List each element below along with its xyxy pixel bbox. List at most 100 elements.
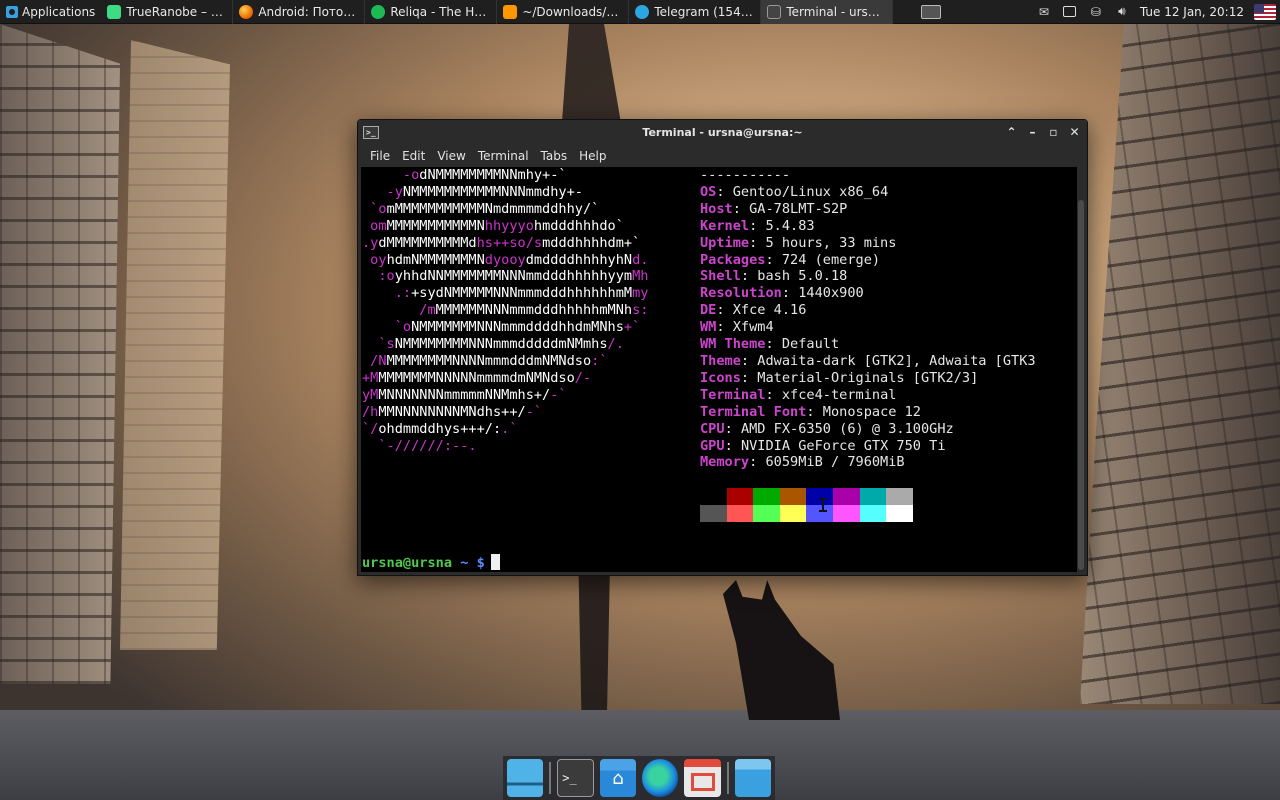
flag-icon[interactable]: [1254, 3, 1276, 20]
logo-line: `omMMMMMMMMMMMNmdmmmmddhhy/`: [362, 201, 648, 218]
info-row: Shell: bash 5.0.18: [700, 268, 848, 285]
info-row: Resolution: 1440x900: [700, 285, 864, 302]
info-key: GPU: [700, 437, 725, 454]
window-titlebar[interactable]: >_ Terminal - ursna@ursna:~ ⌃ – ▫ ✕: [358, 120, 1087, 145]
roll-up-button[interactable]: ⌃: [1005, 125, 1018, 139]
logo-segment: /.: [607, 336, 624, 353]
logo-line: :oyhhdNNMMMMMMMNNNmmdddhhhhhyymMh: [362, 268, 648, 285]
logo-line: /mMMMMMMNNNmmmdddhhhhhmMNhs:: [362, 302, 648, 319]
info-value: AMD FX-6350 (6) @ 3.100GHz: [740, 420, 954, 437]
edge-browser-icon[interactable]: [642, 759, 679, 797]
logo-line: `oNMMMMMMMNNNmmmddddhhdmMNhs+`: [362, 319, 648, 336]
info-key: Icons: [700, 369, 741, 386]
info-value: bash 5.0.18: [757, 268, 848, 285]
logo-line: -odNMMMMMMMMNNmhy+-`: [362, 167, 648, 184]
home-folder-icon[interactable]: [599, 759, 637, 797]
taskbar-button[interactable]: TrueRanobe – Ra...: [101, 0, 234, 24]
color-swatch: [832, 488, 860, 505]
menu-tabs[interactable]: Tabs: [535, 149, 574, 163]
color-swatch: [700, 488, 727, 505]
info-key: Terminal Font: [700, 403, 807, 420]
logo-segment: mdddhhhhdm+`: [542, 234, 641, 251]
wallpaper-building-left: [0, 24, 120, 684]
wallpaper-cat: [723, 580, 840, 720]
logo-segment: oy: [362, 251, 387, 268]
info-row: Terminal: xfce4-terminal: [700, 386, 897, 403]
menu-terminal[interactable]: Terminal: [472, 149, 535, 163]
logo-segment: ohdmmddhys+++/:: [378, 420, 502, 437]
taskbar-button[interactable]: ~/Downloads/Tele...: [497, 0, 630, 24]
taskbar-button[interactable]: Telegram (1541320): [629, 0, 762, 24]
menu-view[interactable]: View: [431, 149, 471, 163]
menu-edit[interactable]: Edit: [396, 149, 431, 163]
scrollbar[interactable]: [1078, 200, 1084, 570]
info-key: DE: [700, 302, 717, 319]
files-icon[interactable]: [734, 759, 771, 797]
logo-segment: :`: [591, 352, 608, 369]
screen-icon[interactable]: [1062, 5, 1078, 19]
color-swatch: [779, 505, 807, 522]
color-swatch: [779, 488, 807, 505]
volume-icon[interactable]: 🔊︎: [1114, 4, 1130, 19]
color-swatch: [726, 488, 754, 505]
minimize-button[interactable]: –: [1026, 125, 1039, 139]
app-launcher-icon[interactable]: [684, 759, 721, 797]
network-icon[interactable]: ⛁: [1088, 5, 1104, 19]
terminal-icon[interactable]: >_: [557, 759, 594, 797]
prompt-path: ~ $: [460, 555, 485, 571]
workspace-switcher[interactable]: [921, 4, 942, 19]
info-value: Monospace 12: [822, 403, 921, 420]
info-key: Resolution: [700, 285, 782, 302]
info-row: Host: GA-78LMT-S2P: [700, 200, 848, 217]
info-row: Packages: 724 (emerge): [700, 251, 881, 268]
firefox-icon: [239, 4, 254, 19]
logo-segment: `o: [362, 200, 387, 217]
color-swatch: [832, 505, 860, 522]
show-desktop-icon[interactable]: [507, 759, 544, 797]
logo-segment: `o: [362, 319, 412, 336]
terminal-output[interactable]: -odNMMMMMMMMNNmhy+-` -yNMMMMMMMMMMMNNNmm…: [361, 167, 1077, 572]
info-key: Theme: [700, 352, 741, 369]
menu-file[interactable]: File: [364, 149, 396, 163]
logo-segment: hmdddhhhdo`: [533, 217, 624, 234]
menu-help[interactable]: Help: [573, 149, 612, 163]
logo-line: oyhdmNMMMMMMMNdyooydmddddhhhhyhNd.: [362, 252, 648, 269]
maximize-button[interactable]: ▫: [1047, 125, 1060, 139]
color-swatch: [886, 505, 913, 522]
info-row: DE: Xfce 4.16: [700, 302, 807, 319]
taskbar-button-label: Terminal - ursna...: [786, 4, 887, 19]
info-value: Default: [781, 336, 840, 353]
logo-segment: MNNNNNNNmmmmmNNMmhs+/: [378, 386, 551, 403]
logo-segment: NMMMMMMMMMMMNNNmmdhy+-: [402, 183, 583, 200]
xfce-menu-icon: [6, 5, 18, 18]
info-row: Terminal Font: Monospace 12: [700, 403, 921, 420]
system-tray: ✉ ⛁ 🔊︎ Tue 12 Jan, 20:12: [1036, 0, 1280, 24]
logo-segment: -o: [362, 167, 420, 183]
applications-menu-button[interactable]: Applications: [0, 0, 101, 24]
menubar: File Edit View Terminal Tabs Help: [358, 145, 1087, 167]
clock[interactable]: Tue 12 Jan, 20:12: [1140, 5, 1244, 19]
taskbar-button[interactable]: Android: Потоки ...: [233, 0, 366, 24]
logo-segment: hhyyyo: [484, 217, 534, 234]
info-key: Terminal: [700, 386, 766, 403]
window-title: Terminal - ursna@ursna:~: [642, 126, 803, 139]
logo-segment: +M: [362, 369, 379, 386]
logo-segment: .:: [362, 285, 412, 302]
shell-prompt[interactable]: ursna@ursna ~ $: [362, 554, 500, 572]
close-button[interactable]: ✕: [1068, 125, 1081, 139]
logo-segment: :o: [362, 268, 395, 285]
info-key: Uptime: [700, 234, 750, 251]
logo-line: `sNMMMMMMMMNNNmmmdddddmNMmhs/.: [362, 336, 648, 353]
taskbar-button[interactable]: Terminal - ursna...: [761, 0, 894, 24]
info-key: WM: [700, 319, 717, 336]
logo-line: .:+sydNMMMMMNNNmmmdddhhhhhhmMmy: [362, 285, 649, 302]
logo-segment: d.: [632, 251, 649, 268]
info-key: Shell: [700, 268, 741, 285]
applications-label: Applications: [22, 4, 96, 19]
terminal-icon: [767, 4, 782, 19]
info-value: GA-78LMT-S2P: [749, 200, 848, 217]
logo-segment: dmddddhhhhyhN: [525, 251, 633, 268]
taskbar-button[interactable]: Reliqa - The Half...: [365, 0, 498, 24]
logo-line: `-//////:--.: [362, 438, 648, 455]
mail-icon[interactable]: ✉: [1036, 5, 1052, 19]
